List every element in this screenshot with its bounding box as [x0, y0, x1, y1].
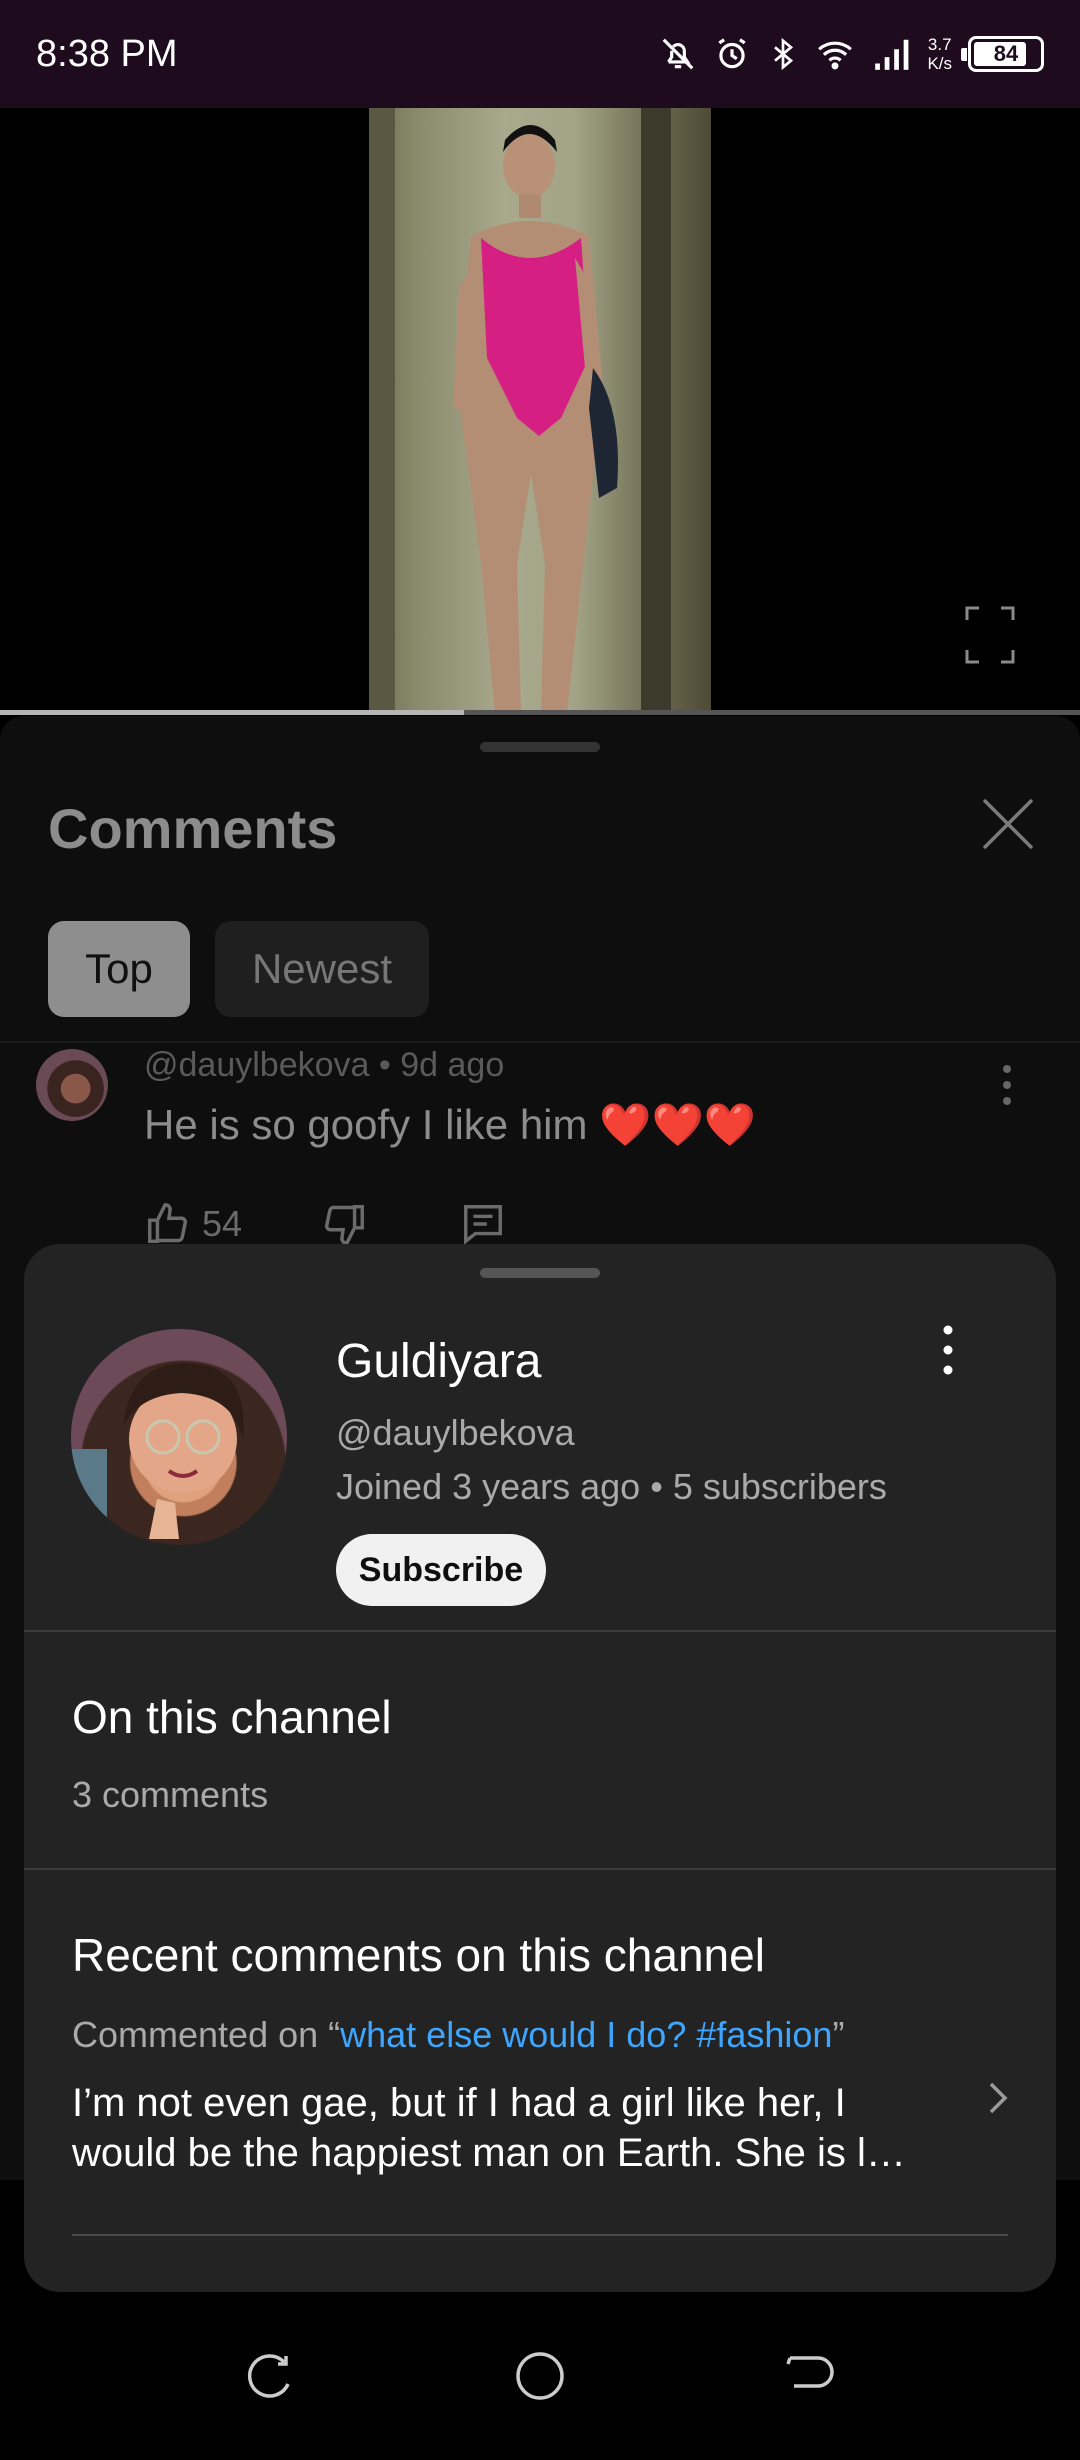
more-vert-icon[interactable] — [936, 1322, 960, 1378]
channel-avatar-image — [71, 1363, 244, 1545]
video-progress-bar[interactable] — [0, 710, 1080, 715]
channel-avatar[interactable] — [71, 1329, 287, 1545]
alarm-icon — [718, 38, 746, 69]
video-player[interactable] — [0, 108, 1080, 715]
back-icon[interactable] — [784, 2350, 836, 2402]
close-icon[interactable] — [978, 794, 1038, 854]
filter-chip-top[interactable]: Top — [48, 921, 190, 1017]
more-vert-icon[interactable] — [995, 1061, 1019, 1109]
card-drag-handle[interactable] — [480, 1268, 600, 1278]
commented-on-suffix: ” — [832, 2014, 845, 2055]
video-frame[interactable] — [369, 108, 711, 714]
divider — [0, 1041, 1080, 1043]
channel-handle: @dauylbekova — [336, 1412, 575, 1453]
chevron-right-icon[interactable] — [986, 2080, 1010, 2116]
channel-card: Guldiyara @dauylbekova Joined 3 years ag… — [24, 1244, 1056, 2292]
comment-avatar[interactable] — [36, 1049, 108, 1121]
divider — [24, 1630, 1056, 1632]
system-nav-bar — [0, 2292, 1080, 2460]
battery-level: 84 — [993, 41, 1019, 66]
meta-separator: • — [378, 1046, 401, 1084]
divider — [72, 2234, 1008, 2236]
reply-icon[interactable] — [460, 1201, 506, 1247]
home-icon[interactable] — [514, 2350, 566, 2402]
status-icons: 3.7 K/s 84 — [659, 35, 1044, 73]
like-icon[interactable] — [144, 1201, 190, 1247]
filter-chip-newest[interactable]: Newest — [215, 921, 429, 1017]
comments-title: Comments — [48, 797, 338, 860]
commented-on-prefix: Commented on “ — [72, 2014, 341, 2055]
dislike-icon[interactable] — [322, 1201, 368, 1247]
signal-icon — [875, 39, 909, 70]
mute-icon — [663, 38, 694, 70]
comment-age: 9d ago — [400, 1046, 505, 1084]
video-progress-fill — [0, 710, 465, 715]
on-channel-title: On this channel — [72, 1691, 392, 1743]
channel-name: Guldiyara — [336, 1335, 542, 1388]
subscribe-button[interactable]: Subscribe — [336, 1534, 546, 1606]
net-speed: 3.7 K/s — [927, 35, 952, 73]
wifi-icon — [818, 41, 853, 70]
bluetooth-icon — [774, 37, 794, 71]
recent-comment-text[interactable]: I’m not even gae, but if I had a girl li… — [72, 2078, 932, 2178]
video-title-link[interactable]: what else would I do? #fashion — [340, 2014, 832, 2055]
commented-on: Commented on “what else would I do? #fas… — [72, 2014, 844, 2056]
channel-stats: Joined 3 years ago • 5 subscribers — [336, 1466, 887, 1507]
comment-text: He is so goofy I like him ❤️❤️❤️ — [144, 1101, 757, 1148]
video-subject — [453, 125, 618, 714]
drag-handle[interactable] — [480, 742, 600, 752]
comment-author[interactable]: @dauylbekova — [144, 1046, 369, 1084]
status-time: 8:38 PM — [36, 32, 178, 75]
like-count: 54 — [202, 1203, 243, 1244]
divider — [24, 1868, 1056, 1870]
fullscreen-icon[interactable] — [965, 606, 1015, 664]
battery-indicator: 84 — [961, 36, 1044, 72]
on-channel-count[interactable]: 3 comments — [72, 1774, 268, 1816]
status-bar: 8:38 PM 3.7 K/s 84 — [0, 0, 1080, 108]
recent-comments-title: Recent comments on this channel — [72, 1929, 765, 1981]
recents-icon[interactable] — [244, 2350, 296, 2402]
comment-meta: @dauylbekova • 9d ago — [144, 1046, 504, 1085]
